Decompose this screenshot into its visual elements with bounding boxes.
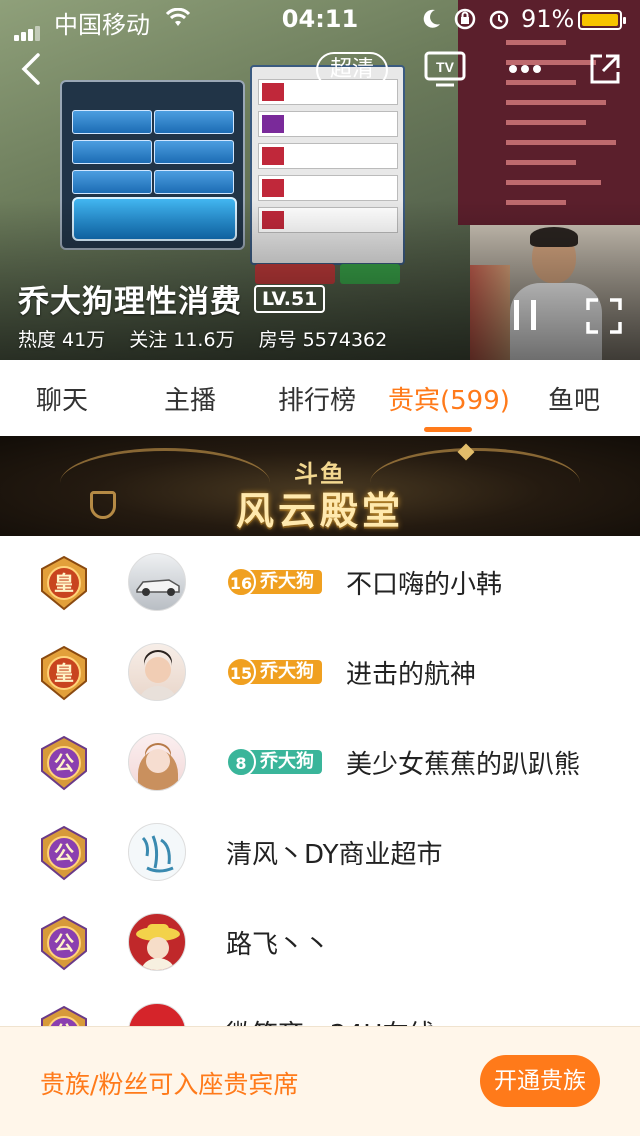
- avatar[interactable]: [128, 823, 186, 881]
- noble-medal-icon: 公: [41, 825, 87, 881]
- more-icon[interactable]: [505, 52, 545, 86]
- straw-hat-avatar-icon: [136, 924, 180, 970]
- fullscreen-icon[interactable]: [586, 298, 622, 334]
- list-item[interactable]: 公 路飞丶丶: [0, 898, 640, 988]
- avatar[interactable]: [128, 553, 186, 611]
- noble-medal-icon: 皇: [41, 645, 87, 701]
- battery-icon: [578, 10, 626, 30]
- guest-name: 路飞丶丶: [226, 930, 331, 960]
- tab-fish-bar[interactable]: 鱼吧: [548, 380, 600, 417]
- stream-game-button: [154, 170, 234, 194]
- tab-streamer[interactable]: 主播: [164, 380, 216, 417]
- medal-label: 皇: [54, 571, 74, 595]
- guest-name: 不口嗨的小韩: [346, 570, 503, 600]
- battery-percent: 91%: [521, 5, 575, 33]
- fan-level: 16: [226, 567, 256, 597]
- level-badge: LV.51: [254, 284, 326, 313]
- person-avatar-icon: [139, 650, 177, 700]
- alarm-icon: [489, 10, 509, 30]
- fan-badge: 16 乔大狗: [226, 567, 322, 597]
- medal-label: 公: [54, 751, 74, 775]
- room-title: 乔大狗理性消费: [18, 284, 242, 320]
- avatar[interactable]: [128, 913, 186, 971]
- stream-game-button: [72, 110, 152, 134]
- share-icon[interactable]: [588, 52, 622, 86]
- noble-medal-icon: 公: [41, 915, 87, 971]
- noble-medal-icon: 公: [41, 735, 87, 791]
- tv-icon: TV: [424, 51, 466, 87]
- video-player[interactable]: 中国移动 04:11 91% 超清 TV 乔大狗理性消费 LV.51 热度 41…: [0, 0, 640, 360]
- tab-vip[interactable]: 贵宾(599): [388, 380, 510, 417]
- follower-count: 关注 11.6万: [129, 329, 235, 351]
- noble-promo-bar: 贵族/粉丝可入座贵宾席 开通贵族: [0, 1026, 640, 1136]
- fan-level: 15: [226, 657, 256, 687]
- room-number: 房号 5574362: [258, 329, 388, 351]
- list-item[interactable]: 公 清风丶DY商业超市: [0, 808, 640, 898]
- hall-of-fame-banner[interactable]: 斗鱼 风云殿堂: [0, 436, 640, 536]
- fan-badge: 15 乔大狗: [226, 657, 322, 687]
- status-bar: 中国移动 04:11 91%: [0, 0, 640, 41]
- stream-game-button: [154, 110, 234, 134]
- banner-subtitle: 斗鱼: [294, 460, 346, 488]
- list-item[interactable]: 皇 16 乔大狗 不口嗨的小韩: [0, 538, 640, 628]
- back-arrow-icon[interactable]: [18, 52, 48, 86]
- tv-cast-button[interactable]: TV: [424, 51, 466, 89]
- calligraphy-avatar-icon: [141, 835, 174, 873]
- guest-name: 清风丶DY商业超市: [226, 840, 443, 870]
- tv-label: TV: [436, 59, 455, 75]
- fan-club-name: 乔大狗: [248, 570, 322, 594]
- open-noble-button[interactable]: 开通贵族: [480, 1055, 600, 1107]
- avatar[interactable]: [128, 643, 186, 701]
- medal-label: 皇: [54, 661, 74, 685]
- fan-club-name: 乔大狗: [248, 750, 322, 774]
- tab-ranking[interactable]: 排行榜: [278, 380, 356, 417]
- stream-game-button: [72, 140, 152, 164]
- rotation-lock-icon: [454, 8, 476, 30]
- active-tab-indicator: [424, 427, 472, 432]
- tab-chat[interactable]: 聊天: [36, 380, 88, 417]
- fan-club-name: 乔大狗: [248, 660, 322, 684]
- moon-icon: [423, 9, 440, 28]
- noble-medal-icon: 皇: [41, 555, 87, 611]
- fan-level: 8: [226, 747, 256, 777]
- guest-name: 美少女蕉蕉的趴趴熊: [346, 750, 581, 780]
- medal-label: 公: [54, 931, 74, 955]
- guest-name: 进击的航神: [346, 660, 477, 690]
- person-avatar-icon: [138, 743, 178, 790]
- stream-dialog-row: [258, 111, 398, 137]
- medal-label: 公: [54, 841, 74, 865]
- quality-button[interactable]: 超清: [316, 52, 388, 88]
- avatar[interactable]: [128, 733, 186, 791]
- list-item[interactable]: 皇 15 乔大狗 进击的航神: [0, 628, 640, 718]
- stream-dialog-row: [258, 175, 398, 201]
- pause-icon[interactable]: [512, 298, 538, 332]
- heat-count: 热度 41万: [18, 329, 106, 351]
- promo-text: 贵族/粉丝可入座贵宾席: [40, 1070, 299, 1099]
- stream-game-button: [72, 170, 152, 194]
- fan-badge: 8 乔大狗: [226, 747, 322, 777]
- stream-dialog-row: [258, 143, 398, 169]
- list-item[interactable]: 公 8 乔大狗 美少女蕉蕉的趴趴熊: [0, 718, 640, 808]
- banner-title: 风云殿堂: [235, 489, 404, 533]
- room-tabs: 聊天 主播 排行榜 贵宾(599) 鱼吧: [0, 360, 640, 436]
- car-avatar-icon: [136, 579, 180, 596]
- stream-game-button: [154, 140, 234, 164]
